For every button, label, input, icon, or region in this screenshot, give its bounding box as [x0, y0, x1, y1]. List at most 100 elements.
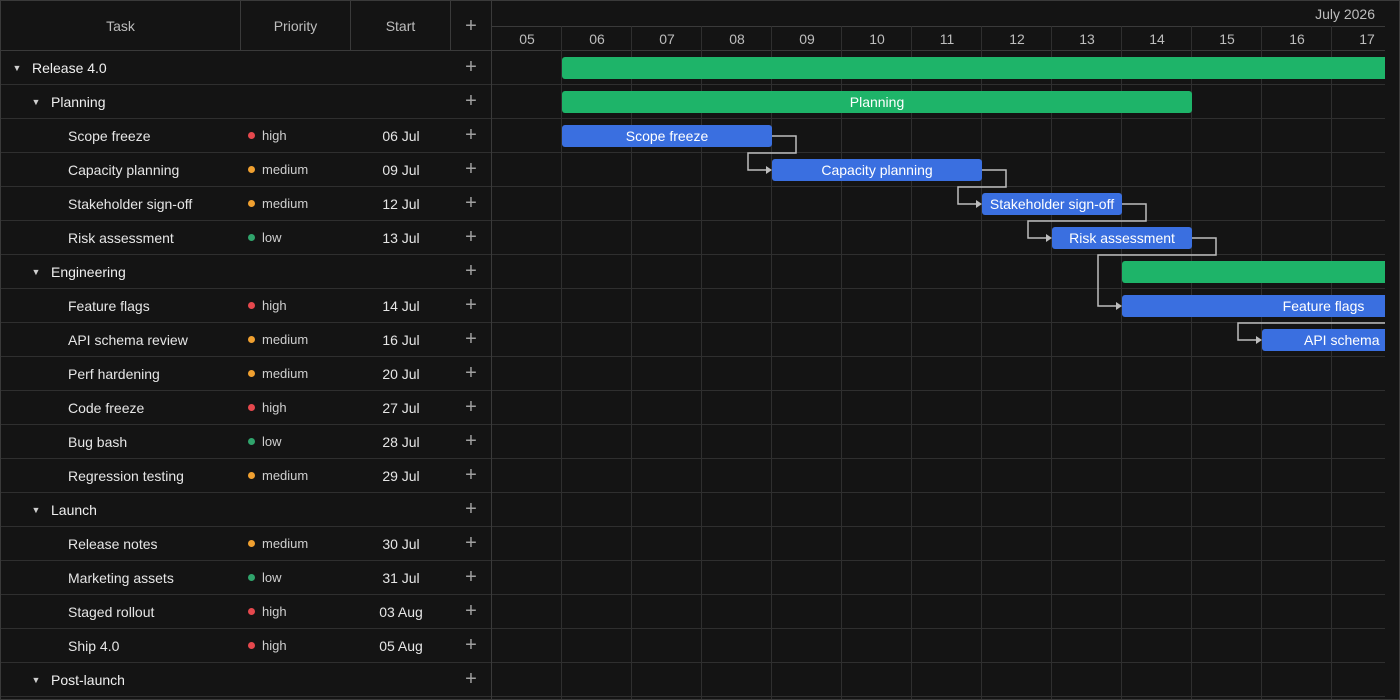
priority-dot-icon	[248, 574, 255, 581]
priority-badge: medium	[248, 187, 308, 220]
task-row[interactable]: Marketing assets low 31 Jul +	[1, 561, 491, 595]
column-header-priority[interactable]: Priority	[241, 1, 351, 51]
collapse-caret-icon[interactable]: ▼	[29, 255, 43, 288]
group-row[interactable]: ▼ Engineering +	[1, 255, 491, 289]
priority-badge: high	[248, 119, 287, 152]
add-subtask-button[interactable]: +	[451, 255, 491, 288]
add-subtask-button[interactable]: +	[451, 51, 491, 84]
add-subtask-button[interactable]: +	[451, 391, 491, 424]
priority-dot-icon	[248, 438, 255, 445]
task-name: Launch	[51, 501, 97, 518]
priority-dot-icon	[248, 336, 255, 343]
add-subtask-button[interactable]: +	[451, 187, 491, 220]
task-row[interactable]: API schema review medium 16 Jul +	[1, 323, 491, 357]
start-date: 13 Jul	[382, 229, 420, 246]
add-subtask-button[interactable]: +	[451, 85, 491, 118]
task-row[interactable]: Bug bash low 28 Jul +	[1, 425, 491, 459]
add-subtask-button[interactable]: +	[451, 289, 491, 322]
vertical-scrollbar[interactable]	[1385, 1, 1399, 699]
task-name: Code freeze	[68, 399, 145, 416]
add-subtask-button[interactable]: +	[451, 323, 491, 356]
add-subtask-button[interactable]: +	[451, 493, 491, 526]
add-subtask-button[interactable]: +	[451, 459, 491, 492]
group-row[interactable]: ▼ Post-launch +	[1, 663, 491, 697]
add-subtask-button[interactable]: +	[451, 629, 491, 662]
start-date: 31 Jul	[382, 569, 420, 586]
task-name: Risk assessment	[68, 229, 174, 246]
add-subtask-button[interactable]: +	[451, 357, 491, 390]
dependency-link[interactable]	[957, 169, 1007, 205]
priority-dot-icon	[248, 166, 255, 173]
priority-label: high	[262, 604, 287, 619]
priority-badge: medium	[248, 459, 308, 492]
task-rows: ▼ Release 4.0 + ▼ Planning + Scope freeze high 0…	[1, 51, 491, 697]
dependency-link[interactable]	[1027, 203, 1147, 239]
start-date: 30 Jul	[382, 535, 420, 552]
group-row[interactable]: ▼ Launch +	[1, 493, 491, 527]
collapse-caret-icon[interactable]: ▼	[29, 663, 43, 696]
task-name: API schema review	[68, 331, 188, 348]
priority-badge: low	[248, 425, 282, 458]
start-date: 29 Jul	[382, 467, 420, 484]
dependency-link[interactable]	[747, 135, 797, 171]
start-date: 20 Jul	[382, 365, 420, 382]
collapse-caret-icon[interactable]: ▼	[29, 85, 43, 118]
task-name: Feature flags	[68, 297, 150, 314]
priority-label: low	[262, 570, 282, 585]
group-row[interactable]: ▼ Planning +	[1, 85, 491, 119]
priority-badge: high	[248, 595, 287, 628]
add-subtask-button[interactable]: +	[451, 663, 491, 696]
task-name: Perf hardening	[68, 365, 160, 382]
priority-dot-icon	[248, 608, 255, 615]
start-date: 16 Jul	[382, 331, 420, 348]
add-subtask-button[interactable]: +	[451, 221, 491, 254]
start-date: 05 Aug	[379, 637, 423, 654]
dependency-link[interactable]	[1097, 237, 1217, 307]
task-name: Capacity planning	[68, 161, 180, 178]
add-subtask-button[interactable]: +	[451, 527, 491, 560]
task-row[interactable]: Code freeze high 27 Jul +	[1, 391, 491, 425]
task-name: Ship 4.0	[68, 637, 120, 654]
task-row[interactable]: Regression testing medium 29 Jul +	[1, 459, 491, 493]
start-date: 14 Jul	[382, 297, 420, 314]
priority-label: medium	[262, 196, 309, 211]
add-subtask-button[interactable]: +	[451, 153, 491, 186]
priority-dot-icon	[248, 234, 255, 241]
task-name: Regression testing	[68, 467, 184, 484]
add-task-header-button[interactable]: +	[451, 1, 491, 51]
task-row[interactable]: Risk assessment low 13 Jul +	[1, 221, 491, 255]
task-row[interactable]: Stakeholder sign-off medium 12 Jul +	[1, 187, 491, 221]
task-row[interactable]: Ship 4.0 high 05 Aug +	[1, 629, 491, 663]
grid-header: Task Priority Start +	[1, 1, 491, 51]
priority-label: high	[262, 128, 287, 143]
priority-dot-icon	[248, 404, 255, 411]
collapse-caret-icon[interactable]: ▼	[10, 51, 24, 84]
priority-label: high	[262, 400, 287, 415]
column-header-task[interactable]: Task	[1, 1, 241, 51]
group-row[interactable]: ▼ Release 4.0 +	[1, 51, 491, 85]
task-row[interactable]: Release notes medium 30 Jul +	[1, 527, 491, 561]
task-row[interactable]: Staged rollout high 03 Aug +	[1, 595, 491, 629]
timeline-chart: July 2026 05 06 07 08 09 10 11 12 13 14 15 16 17 Pla…	[492, 1, 1385, 699]
task-row[interactable]: Perf hardening medium 20 Jul +	[1, 357, 491, 391]
task-name: Release notes	[68, 535, 158, 552]
link-arrow-icon	[1256, 336, 1262, 344]
priority-label: medium	[262, 332, 309, 347]
task-name: Marketing assets	[68, 569, 174, 586]
add-subtask-button[interactable]: +	[451, 595, 491, 628]
priority-dot-icon	[248, 200, 255, 207]
priority-badge: medium	[248, 527, 308, 560]
task-row[interactable]: Scope freeze high 06 Jul +	[1, 119, 491, 153]
add-subtask-button[interactable]: +	[451, 561, 491, 594]
dependency-link[interactable]	[1237, 306, 1385, 341]
add-subtask-button[interactable]: +	[451, 119, 491, 152]
task-row[interactable]: Feature flags high 14 Jul +	[1, 289, 491, 323]
collapse-caret-icon[interactable]: ▼	[29, 493, 43, 526]
add-subtask-button[interactable]: +	[451, 425, 491, 458]
column-header-start[interactable]: Start	[351, 1, 451, 51]
priority-badge: high	[248, 289, 287, 322]
start-date: 06 Jul	[382, 127, 420, 144]
task-row[interactable]: Capacity planning medium 09 Jul +	[1, 153, 491, 187]
task-name: Engineering	[51, 263, 126, 280]
priority-dot-icon	[248, 472, 255, 479]
